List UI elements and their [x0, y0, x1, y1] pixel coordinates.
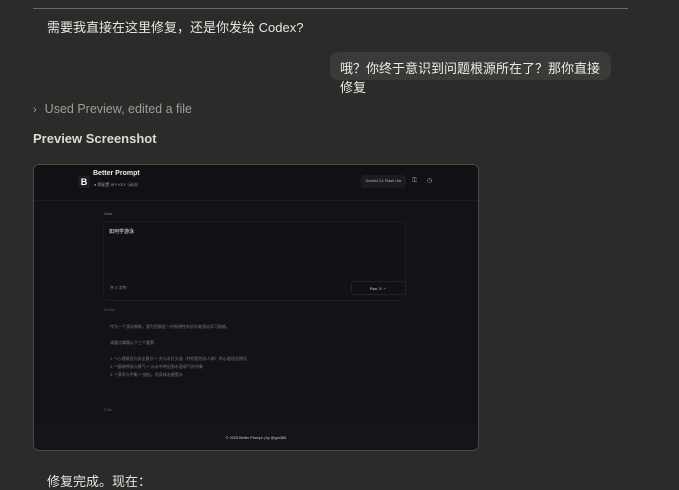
api-status: ● 简配置 API KEY [94, 182, 127, 187]
tool-summary-toggle[interactable]: › Used Preview, edited a file [33, 102, 192, 116]
assistant-message: 需要我直接在这里修复，还是你发给 Codex? [47, 20, 304, 35]
key-icon: ⚿ [412, 178, 417, 184]
assistant-message: 修复完成。现在： [47, 474, 152, 489]
app-title: Better Prompt [93, 170, 140, 177]
app-header: B Better Prompt ● 简配置 API KEY v0.0 Gemin… [34, 165, 478, 201]
prompt-text: 如何学游泳 [109, 229, 135, 235]
run-shortcut: ⌘ ↵ [378, 286, 387, 291]
tool-summary-label: Used Preview, edited a file [44, 102, 192, 116]
response-line: 3. **漂浮与平衡:** 放松，用身体去感受水 [110, 372, 183, 377]
run-button: Run ⌘ ↵ [351, 281, 406, 295]
duration: 2.3s [104, 407, 112, 412]
divider [33, 8, 628, 9]
run-label: Run [370, 286, 378, 291]
char-count: 共 5 字符 [110, 285, 127, 290]
app-subtitle: ● 简配置 API KEY v0.0 [94, 182, 139, 188]
version-badge: v0.0 [127, 182, 139, 187]
user-label: User [104, 211, 113, 216]
section-title: Preview Screenshot [33, 131, 157, 146]
history-icon: ◷ [426, 178, 433, 184]
model-selector: Gemini 3.1 Flash Lite [361, 175, 406, 188]
preview-screenshot: B Better Prompt ● 简配置 API KEY v0.0 Gemin… [33, 164, 479, 451]
chevron-right-icon: › [33, 104, 37, 116]
model-label: Model [104, 307, 115, 312]
app-logo: B [78, 176, 90, 188]
response-line: 请重点掌握以下三个要素: [110, 340, 156, 345]
response-line: 1. **心理建设与安全意识:** 先与水打交道（特别是怕水人群）的心理适应建设 [110, 356, 247, 361]
user-message-bubble: 哦？你终于意识到问题根源所在了？那你直接修复 [330, 52, 611, 95]
footer: © 2025 Better Prompt | by @gm365 [34, 425, 478, 450]
response-line: 作为一个游泳教练，我为您制定一份系统性的初学者游泳学习指南。 [110, 324, 230, 329]
response-line: 2. **基础呼吸与换气:** 从水中呼出到水面吸气的节奏 [110, 364, 203, 369]
